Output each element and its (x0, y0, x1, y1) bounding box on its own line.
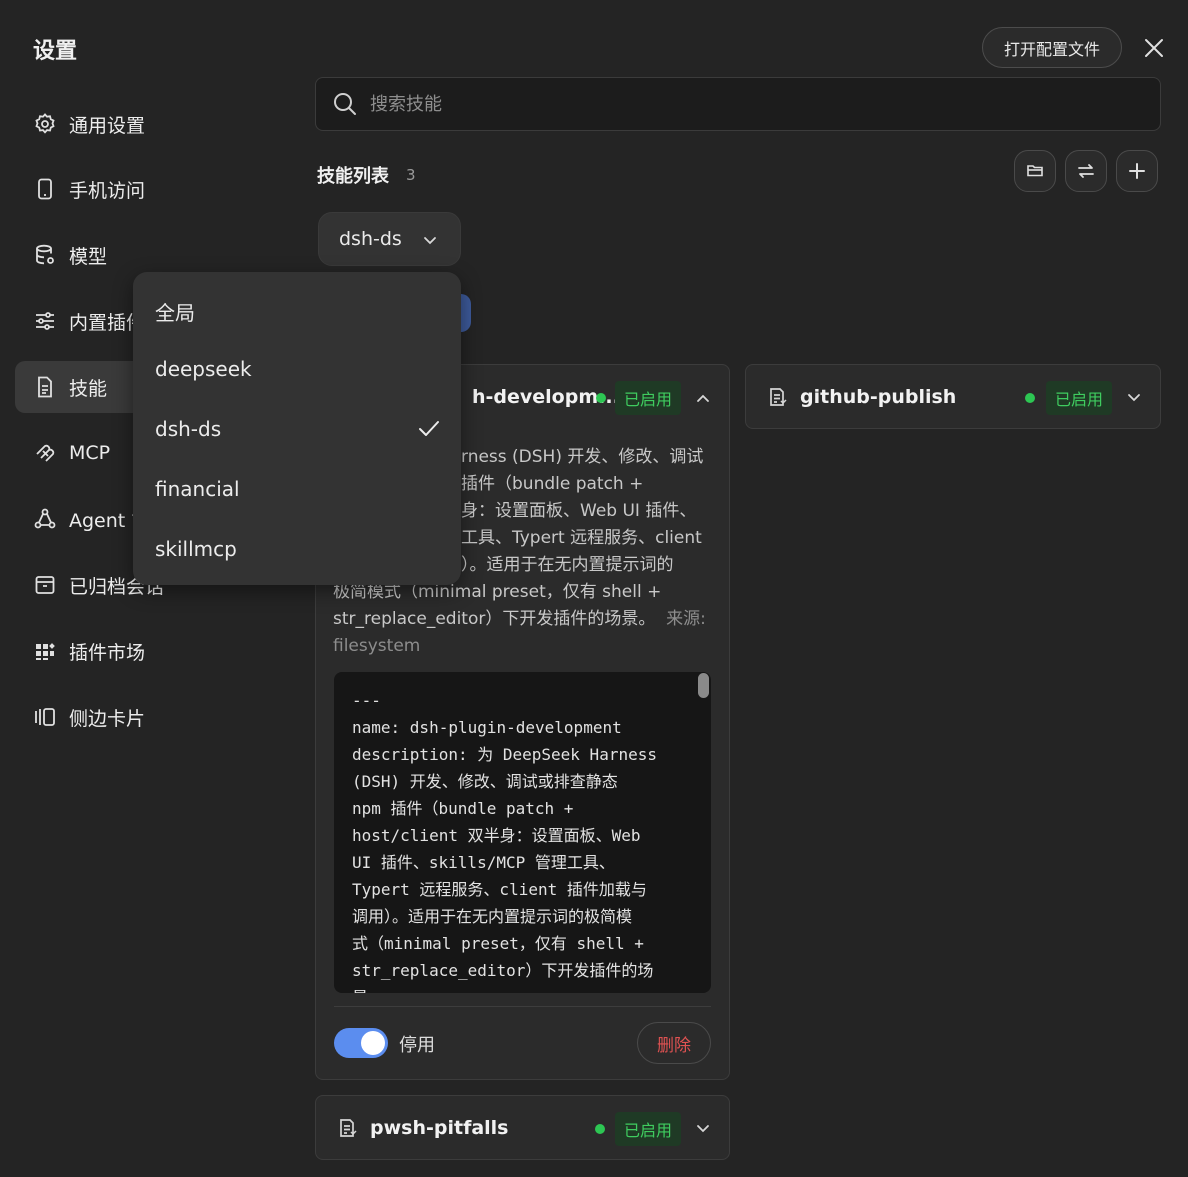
status-dot (596, 393, 606, 403)
scope-dropdown-menu: 全局 deepseek dsh-ds financial skillmcp (133, 272, 461, 585)
plus-icon (1127, 161, 1147, 181)
search-icon (332, 91, 358, 117)
sidebar-item-label: 手机访问 (69, 179, 146, 202)
skill-file-icon (336, 1117, 358, 1139)
dropdown-option-financial[interactable]: financial (155, 477, 240, 501)
open-folder-button[interactable] (1014, 150, 1056, 192)
status-badge: 已启用 (615, 381, 682, 415)
sidebar-item-side-cards[interactable]: 侧边卡片 (15, 691, 275, 743)
skills-count: 3 (406, 166, 416, 184)
archive-icon (33, 573, 57, 597)
dropdown-option-skillmcp[interactable]: skillmcp (155, 537, 237, 561)
sidebar-item-label: 侧边卡片 (69, 707, 146, 730)
sidebar-item-label: MCP (69, 442, 111, 464)
database-icon (33, 243, 57, 267)
check-icon (417, 417, 441, 441)
status-badge: 已启用 (615, 1112, 682, 1146)
phone-icon (33, 177, 57, 201)
dropdown-option-dsh-ds[interactable]: dsh-ds (155, 417, 221, 441)
gear-icon (33, 112, 57, 136)
delete-button[interactable]: 删除 (637, 1022, 711, 1064)
swap-arrows-icon (1076, 161, 1096, 181)
search-input[interactable] (370, 93, 1130, 115)
scope-filter-select[interactable]: dsh-ds (318, 212, 461, 266)
dropdown-option-deepseek[interactable]: deepseek (155, 357, 252, 381)
dropdown-option-global[interactable]: 全局 (155, 297, 195, 326)
status-badge: 已启用 (1046, 381, 1113, 415)
open-config-button[interactable]: 打开配置文件 (982, 27, 1122, 68)
side-card-icon (33, 705, 57, 729)
status-dot (1025, 393, 1035, 403)
agent-icon (33, 507, 57, 531)
skill-file-icon (766, 386, 788, 408)
chevron-up-icon[interactable] (695, 390, 711, 406)
skill-card-github[interactable]: github-publish 已启用 (745, 364, 1161, 429)
skill-content-preview[interactable]: --- name: dsh-plugin-development descrip… (334, 672, 711, 993)
add-skill-button[interactable] (1116, 150, 1158, 192)
grid-icon (33, 639, 57, 663)
sidebar-item-general[interactable]: 通用设置 (15, 98, 275, 150)
sidebar-item-label: 模型 (69, 245, 108, 268)
sidebar-item-label: 插件市场 (69, 641, 146, 664)
source-label: 来源: (666, 609, 706, 629)
skill-card-pwsh[interactable]: pwsh-pitfalls 已启用 (315, 1095, 730, 1160)
sidebar-item-plugin-market[interactable]: 插件市场 (15, 625, 275, 677)
sliders-icon (33, 309, 57, 333)
chevron-down-icon[interactable] (1126, 390, 1142, 406)
chevron-down-icon (422, 233, 438, 249)
switch-button[interactable] (1065, 150, 1107, 192)
skills-list-title: 技能列表 (317, 166, 389, 187)
skill-name: pwsh-pitfalls (370, 1117, 509, 1139)
document-icon (33, 375, 57, 399)
enable-toggle[interactable] (334, 1028, 388, 1058)
sidebar-item-phone[interactable]: 手机访问 (15, 163, 275, 215)
sidebar-item-label: 技能 (69, 377, 108, 400)
toggle-label: 停用 (399, 1035, 435, 1056)
source-value: filesystem (333, 636, 421, 656)
desc-line: str_replace_editor）下开发插件的场景。 (333, 609, 656, 629)
status-dot (595, 1124, 605, 1134)
page-title: 设置 (33, 39, 78, 64)
close-icon[interactable] (1143, 37, 1165, 59)
skill-name: github-publish (800, 386, 957, 408)
card-divider (334, 1006, 711, 1007)
scope-filter-value: dsh-ds (339, 228, 402, 250)
mcp-icon (33, 441, 57, 465)
folder-icon (1026, 162, 1044, 180)
search-box[interactable] (315, 77, 1161, 131)
scrollbar-thumb[interactable] (698, 673, 709, 698)
sidebar-item-label: 通用设置 (69, 114, 146, 137)
chevron-down-icon[interactable] (695, 1121, 711, 1137)
